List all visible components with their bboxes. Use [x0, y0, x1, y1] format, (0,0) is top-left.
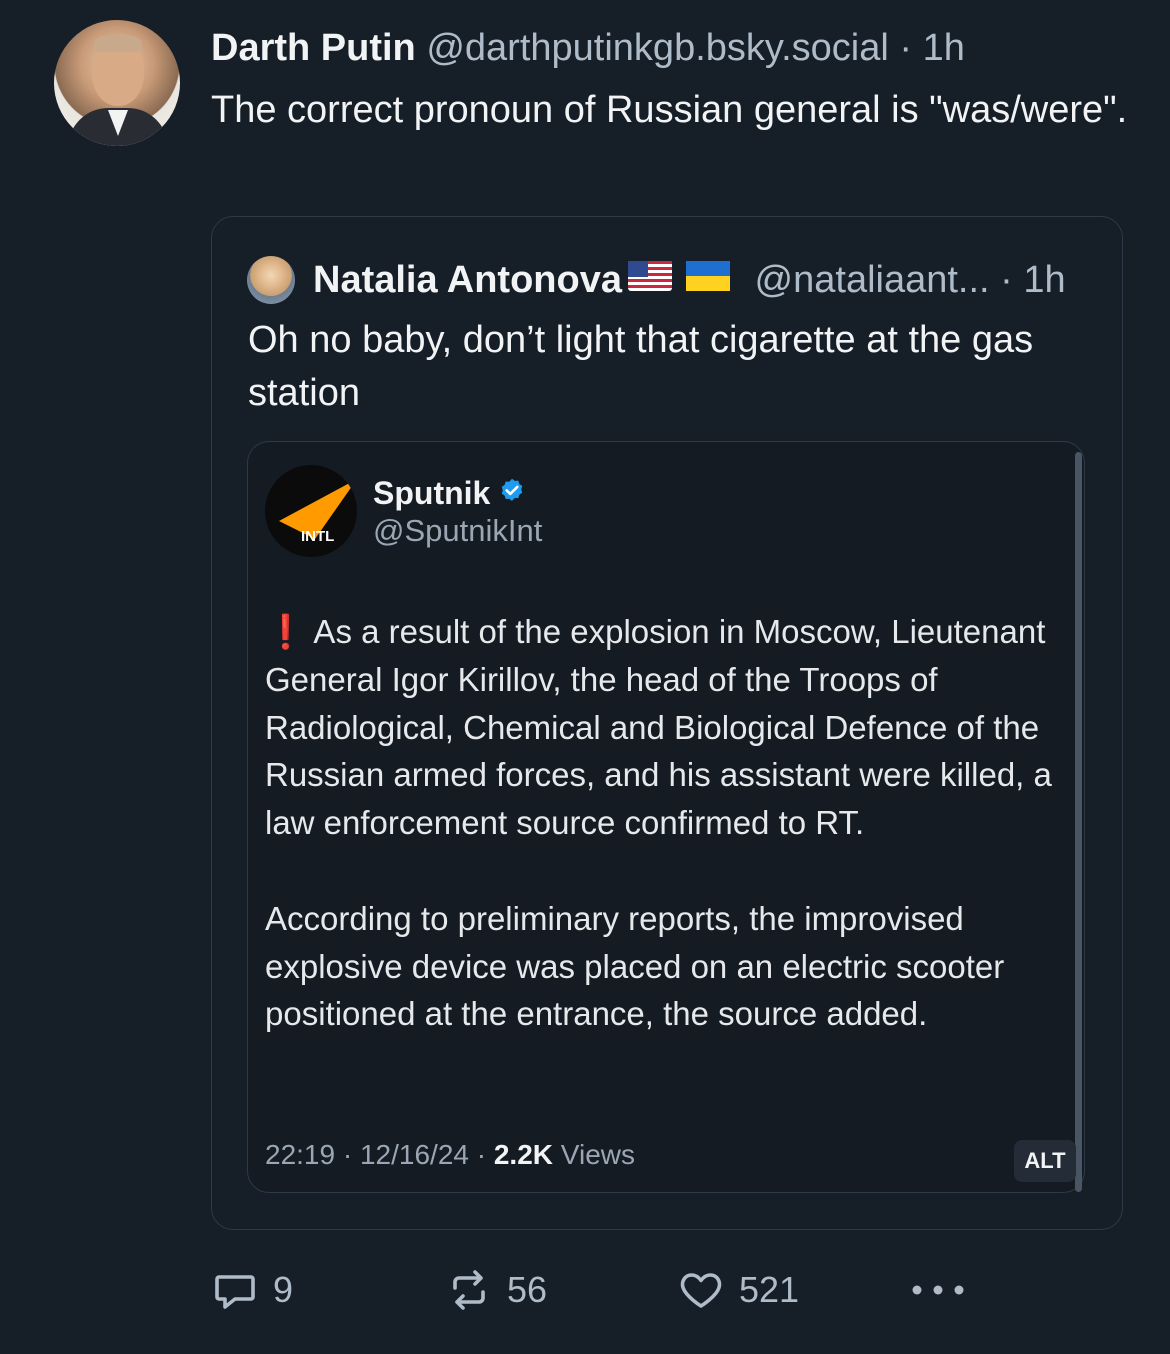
repost-count: 56: [507, 1269, 548, 1310]
image-edge-bar: [1075, 452, 1082, 1192]
embed-meta: 22:19 · 12/16/24 · 2.2K Views: [265, 1137, 635, 1173]
avatar-hair: [94, 34, 142, 52]
post-text: The correct pronoun of Russian general i…: [211, 89, 1128, 131]
quote-time[interactable]: 1h: [1023, 259, 1065, 301]
quote-text: Oh no baby, don’t light that cigarette a…: [248, 319, 1034, 414]
embed-date: 12/16/24: [359, 1139, 469, 1170]
embed-body: ❗ As a result of the explosion in Moscow…: [265, 608, 1070, 1086]
us-flag-icon: [627, 255, 672, 303]
embed-account-name-text: Sputnik: [373, 475, 491, 511]
post-header: Darth Putin @darthputinkgb.bsky.social ·…: [211, 26, 965, 70]
author-name[interactable]: Darth Putin: [211, 27, 416, 69]
action-bar: 9 56 521: [211, 1264, 1111, 1316]
author-avatar[interactable]: [54, 20, 180, 146]
embed-account-handle: @SputnikInt: [373, 513, 543, 548]
header-separator: ·: [899, 27, 913, 69]
reply-button[interactable]: 9: [211, 1264, 293, 1316]
embed-paragraph-2: According to preliminary reports, the im…: [265, 899, 1005, 1033]
post-time[interactable]: 1h: [923, 27, 965, 69]
heart-icon: [677, 1266, 725, 1314]
like-count: 521: [739, 1269, 800, 1310]
embed-time: 22:19: [265, 1139, 336, 1170]
quote-author-avatar[interactable]: [247, 256, 295, 304]
embed-dot: ·: [342, 1139, 353, 1170]
like-button[interactable]: 521: [677, 1264, 799, 1316]
quote-separator: ·: [1000, 259, 1013, 301]
quote-author-handle[interactable]: @nataliaant...: [755, 259, 990, 301]
embed-views-count: 2.2K: [493, 1139, 554, 1170]
quote-header: Natalia Antonova @nataliaant... · 1h: [313, 256, 1066, 306]
repost-icon: [445, 1266, 493, 1314]
author-handle[interactable]: @darthputinkgb.bsky.social: [426, 27, 888, 69]
alt-text-button[interactable]: ALT: [1014, 1140, 1076, 1182]
reply-count: 9: [273, 1269, 294, 1310]
sputnik-logo: INTL: [265, 465, 357, 557]
ukraine-flag-icon: [685, 255, 730, 303]
quote-author-name[interactable]: Natalia Antonova: [313, 259, 622, 301]
embed-account-name: Sputnik: [373, 474, 526, 515]
embed-dot-2: ·: [476, 1139, 487, 1170]
reply-icon: [211, 1266, 259, 1314]
embed-views-label: Views: [560, 1139, 635, 1170]
verified-badge-icon: [498, 475, 526, 513]
repost-button[interactable]: 56: [445, 1264, 547, 1316]
more-icon: [911, 1266, 965, 1314]
svg-text:INTL: INTL: [301, 528, 334, 545]
embed-paragraph-1: ❗ As a result of the explosion in Moscow…: [265, 613, 1052, 842]
more-options-button[interactable]: [911, 1264, 965, 1316]
